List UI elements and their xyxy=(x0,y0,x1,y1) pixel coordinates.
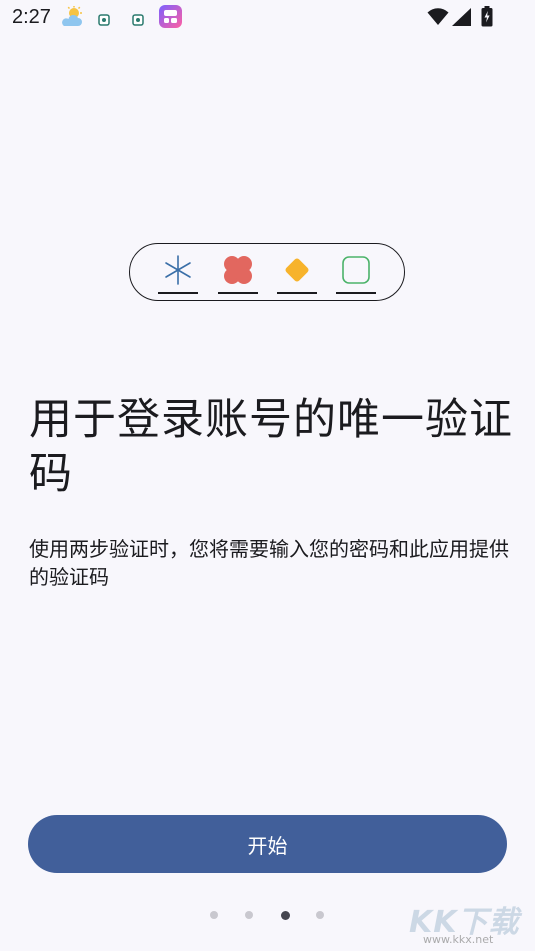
battery-charging-icon xyxy=(481,6,493,31)
rounded-square-icon xyxy=(342,256,370,284)
code-underline xyxy=(277,292,317,294)
page-dot xyxy=(316,911,324,919)
code-underline xyxy=(218,292,258,294)
code-underline xyxy=(336,292,376,294)
page-title: 用于登录账号的唯一验证码 xyxy=(29,395,513,499)
page-dot-active xyxy=(281,911,290,920)
notification-app-icon xyxy=(132,11,144,30)
code-slot xyxy=(336,244,376,302)
code-slot xyxy=(218,244,258,302)
code-slot xyxy=(277,244,317,302)
status-time: 2:27 xyxy=(12,6,51,28)
weather-sun-cloud-icon xyxy=(60,6,84,32)
watermark-url: www.kkx.net xyxy=(423,933,494,946)
diamond-icon xyxy=(285,258,309,282)
wifi-icon xyxy=(427,8,449,30)
code-underline xyxy=(158,292,198,294)
code-slot xyxy=(158,244,198,302)
start-button[interactable]: 开始 xyxy=(28,815,507,873)
flower-shape-icon xyxy=(224,256,252,284)
notification-app-icon xyxy=(98,11,110,30)
page-dot xyxy=(210,911,218,919)
status-bar: 2:27 xyxy=(0,0,535,36)
signal-icon xyxy=(452,8,471,30)
asterisk-icon xyxy=(165,255,191,285)
page-dot xyxy=(245,911,253,919)
code-illustration xyxy=(129,243,405,301)
widget-app-icon xyxy=(159,5,182,32)
page-description: 使用两步验证时，您将需要输入您的密码和此应用提供的验证码 xyxy=(29,537,509,589)
watermark: KK下载 www.kkx.net xyxy=(409,897,529,949)
